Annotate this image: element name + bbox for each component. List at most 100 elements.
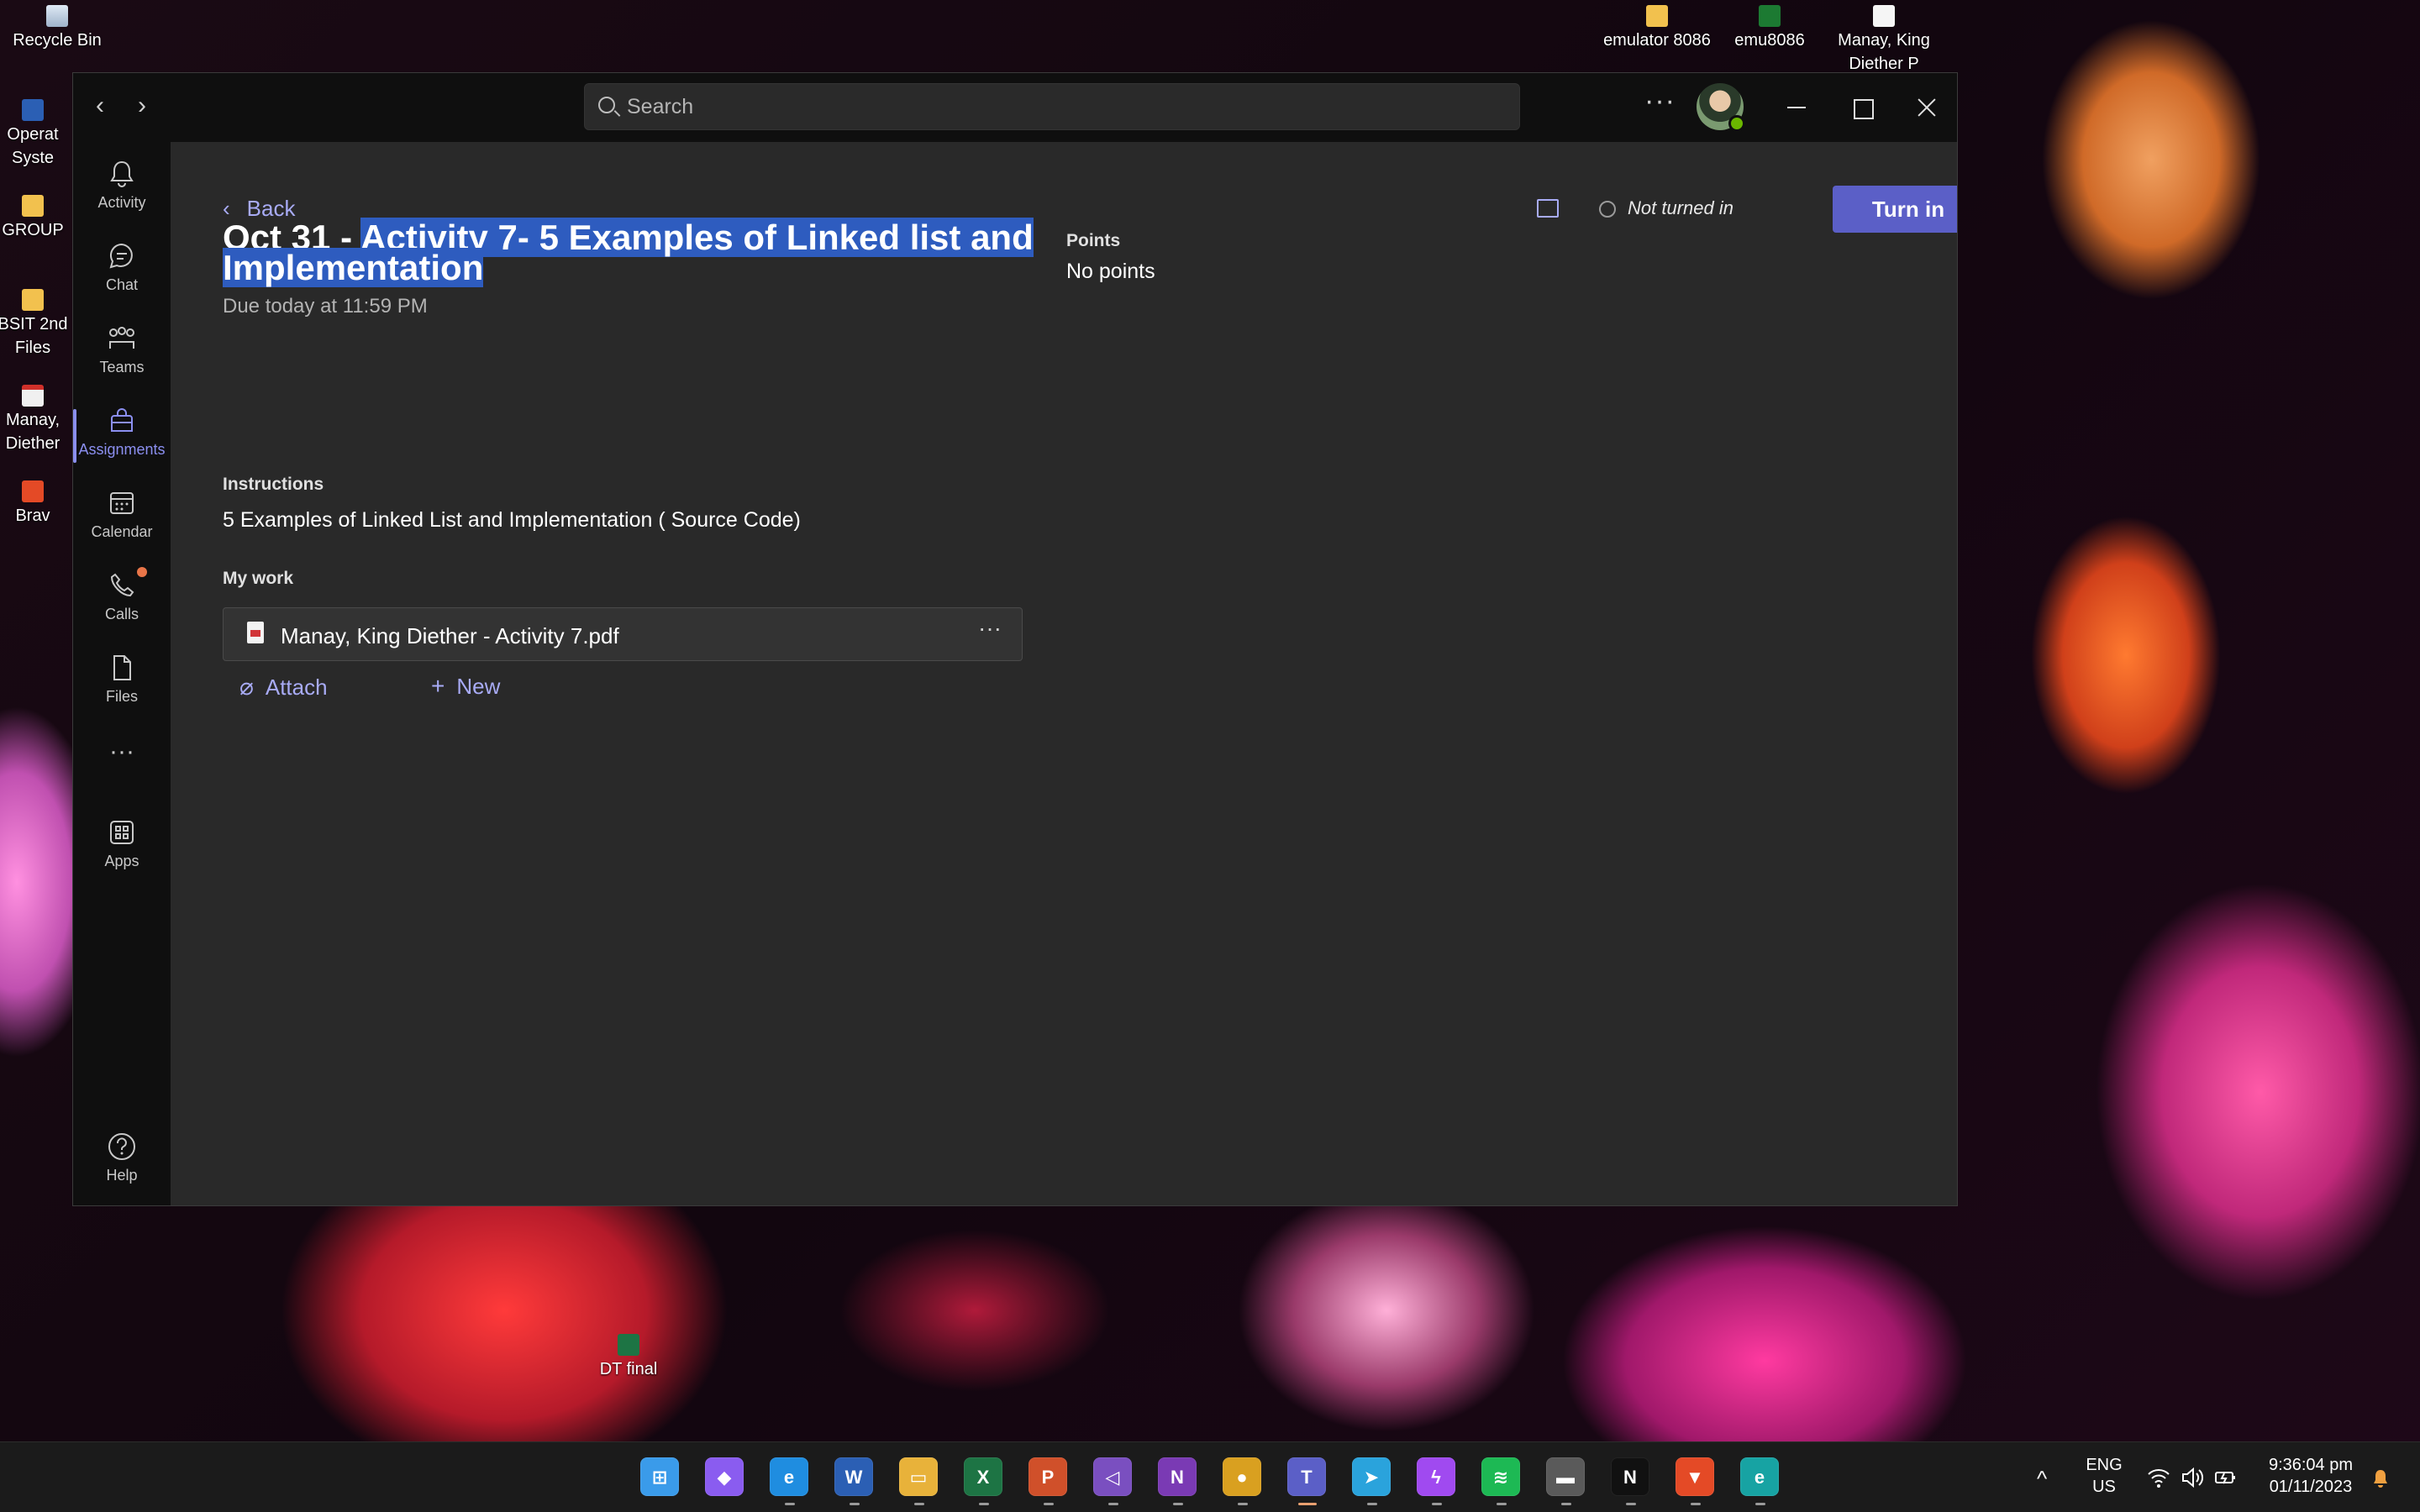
wifi-icon[interactable] [2146, 1466, 2171, 1489]
file-explorer-icon[interactable]: ▭ [899, 1457, 938, 1505]
chrome-icon[interactable]: ● [1223, 1457, 1261, 1505]
more-options-icon[interactable]: ··· [1644, 85, 1676, 118]
brave-icon[interactable]: ▼ [1676, 1457, 1714, 1505]
rail-label: Files [105, 688, 138, 705]
attached-file-card[interactable]: Manay, King Diether - Activity 7.pdf ··· [223, 607, 1023, 661]
app-glyph: ◆ [717, 1467, 732, 1488]
tray-date: 01/11/2023 [2269, 1478, 2353, 1496]
turn-in-button[interactable]: Turn in [1833, 186, 1957, 233]
taskbar: ⊞ ◆ e W ▭ X P ◁ N ● T ➤ ϟ ≋ ▬ N ▼ e ^ ENG US 9:36:04 pm 0… [0, 1441, 2420, 1512]
instructions-text: 5 Examples of Linked List and Implementa… [223, 508, 801, 532]
assignment-detail: ‹ Back Not turned in Turn in Oct 31 - Act… [171, 142, 1957, 1205]
desktop-icon-label: emulator 8086 [1603, 31, 1711, 50]
start-icon[interactable]: ⊞ [640, 1457, 679, 1496]
title-bar: ‹ › ··· [73, 73, 1957, 142]
onenote-icon[interactable]: N [1158, 1457, 1197, 1505]
running-indicator [1298, 1503, 1317, 1505]
telegram-icon[interactable]: ➤ [1352, 1457, 1391, 1505]
notification-bell-icon[interactable] [2370, 1467, 2391, 1489]
teams-window: ‹ › ··· Activity Chat Teams Assignmen [72, 72, 1958, 1206]
desktop-icon-operating-systems[interactable]: Operat Syste [0, 99, 79, 170]
teams-icon[interactable]: T [1287, 1457, 1326, 1505]
app-glyph: ➤ [1363, 1467, 1380, 1488]
rail-label: Teams [99, 359, 145, 375]
forward-arrow-icon[interactable]: › [127, 92, 157, 122]
desktop-icon-manay-doc[interactable]: Manay, King Diether P [1825, 5, 1943, 72]
powerpoint-icon[interactable]: P [1028, 1457, 1067, 1505]
rail-item-help[interactable]: Help [73, 1125, 171, 1197]
desktop-icon-recycle-bin[interactable]: Recycle Bin [0, 5, 116, 52]
rail-item-assignments[interactable]: Assignments [73, 399, 171, 471]
running-indicator [1238, 1503, 1248, 1505]
notification-badge [137, 567, 147, 577]
desktop-icon-group[interactable]: GROUP [0, 195, 79, 242]
running-indicator [1108, 1503, 1118, 1505]
desktop-icon-label: DT final [599, 1360, 658, 1378]
eset-icon[interactable]: e [1740, 1457, 1779, 1505]
recycle-bin-icon [46, 5, 68, 27]
file-icon [113, 655, 131, 680]
close-button[interactable] [1907, 88, 1945, 127]
minimize-button[interactable] [1777, 88, 1816, 127]
rail-item-chat[interactable]: Chat [73, 234, 171, 307]
plus-icon: + [431, 673, 445, 699]
language-indicator[interactable]: ENG US [2079, 1454, 2129, 1498]
folder-icon [1646, 5, 1668, 27]
desktop-icon-label: GROUP [2, 221, 64, 239]
running-indicator [850, 1503, 860, 1505]
excel-icon[interactable]: X [964, 1457, 1002, 1505]
rail-item-files[interactable]: Files [73, 646, 171, 718]
rail-label: Assignments [78, 441, 166, 458]
desktop-icon-label: Recycle Bin [13, 31, 102, 50]
rail-label: Chat [105, 276, 139, 293]
rail-item-more[interactable]: ··· [73, 735, 171, 777]
running-indicator [979, 1503, 989, 1505]
desktop-icon-brave[interactable]: Brav [0, 480, 79, 528]
search-box[interactable] [584, 83, 1520, 130]
desktop-icon-label: emu8086 [1734, 31, 1805, 50]
search-input[interactable] [627, 84, 1501, 129]
clock[interactable]: 9:36:04 pm 01/11/2023 [2252, 1454, 2370, 1498]
running-indicator [1432, 1503, 1442, 1505]
rail-item-activity[interactable]: Activity [73, 152, 171, 224]
desktop-icon-manay-pdf[interactable]: Manay, Diether [0, 385, 79, 455]
file-more-options-icon[interactable]: ··· [978, 615, 1002, 642]
back-arrow-icon[interactable]: ‹ [85, 92, 115, 122]
rail-item-calendar[interactable]: Calendar [73, 481, 171, 554]
volume-icon[interactable] [2180, 1466, 2205, 1489]
spotify-icon[interactable]: ≋ [1481, 1457, 1520, 1505]
desktop-icon-bsit-files[interactable]: BSIT 2nd Files [0, 289, 79, 360]
running-indicator [1497, 1503, 1507, 1505]
copilot-pre-icon[interactable]: ◆ [705, 1457, 744, 1496]
racing-game-icon[interactable]: ▬ [1546, 1457, 1585, 1505]
rail-label: Help [106, 1167, 138, 1184]
new-button[interactable]: + New [431, 673, 500, 700]
battery-icon[interactable] [2213, 1466, 2238, 1489]
app-glyph: ⊞ [651, 1467, 668, 1488]
folder-icon [22, 195, 44, 217]
show-hidden-icons-chevron-icon[interactable]: ^ [2037, 1466, 2047, 1492]
attach-label: Attach [265, 675, 328, 700]
visual-studio-icon[interactable]: ◁ [1093, 1457, 1132, 1505]
desktop-icon-emulator-8086[interactable]: emulator 8086 [1598, 5, 1716, 72]
lang-line1: ENG [2086, 1456, 2123, 1474]
app-glyph: ≋ [1492, 1467, 1509, 1488]
edge-icon[interactable]: e [770, 1457, 808, 1505]
attach-button[interactable]: ⌀ Attach [239, 673, 328, 701]
rail-item-apps[interactable]: Apps [73, 811, 171, 883]
rail-item-teams[interactable]: Teams [73, 317, 171, 389]
maximize-button[interactable] [1843, 88, 1881, 127]
clock-icon [1599, 201, 1616, 218]
desktop-icon-dt-final[interactable]: DT final [570, 1334, 687, 1381]
messenger-icon[interactable]: ϟ [1417, 1457, 1455, 1505]
immersive-reader-icon[interactable] [1537, 199, 1559, 218]
excel-icon [618, 1334, 639, 1356]
word-icon[interactable]: W [834, 1457, 873, 1505]
app-glyph: e [1754, 1467, 1765, 1488]
app-glyph: ▼ [1686, 1467, 1704, 1488]
running-indicator [785, 1503, 795, 1505]
rail-item-calls[interactable]: Calls [73, 564, 171, 636]
netflix-icon[interactable]: N [1611, 1457, 1649, 1505]
desktop-icon-emu8086[interactable]: emu8086 [1711, 5, 1828, 52]
avatar[interactable] [1697, 83, 1745, 132]
